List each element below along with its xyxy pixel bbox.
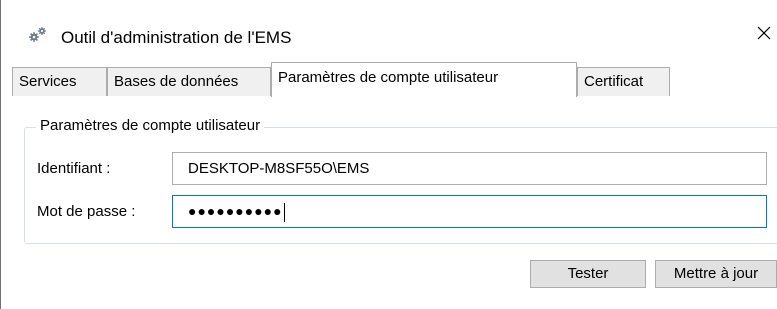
tab-databases[interactable]: Bases de données [107, 67, 271, 96]
password-label: Mot de passe : [37, 203, 136, 220]
update-button[interactable]: Mettre à jour [655, 260, 777, 288]
test-button[interactable]: Tester [530, 260, 646, 288]
password-value: ●●●●●●●●●● [188, 203, 283, 219]
password-field[interactable]: ●●●●●●●●●● [172, 195, 767, 228]
login-value: DESKTOP-M8SF55O\EMS [188, 160, 370, 177]
login-field[interactable]: DESKTOP-M8SF55O\EMS [172, 152, 767, 185]
tab-services[interactable]: Services [12, 67, 107, 96]
title-bar: Outil d'administration de l'EMS [1, 0, 777, 62]
tab-user-account-settings[interactable]: Paramètres de compte utilisateur [271, 62, 577, 97]
groupbox-legend: Paramètres de compte utilisateur [36, 117, 265, 134]
text-caret [283, 202, 285, 222]
login-label: Identifiant : [37, 160, 111, 177]
tab-certificate[interactable]: Certificat [577, 67, 670, 96]
window-title: Outil d'administration de l'EMS [61, 28, 292, 47]
close-icon [757, 26, 771, 45]
close-button[interactable] [749, 20, 777, 50]
gears-icon [27, 26, 49, 44]
admin-window: Outil d'administration de l'EMS Services… [0, 0, 777, 309]
